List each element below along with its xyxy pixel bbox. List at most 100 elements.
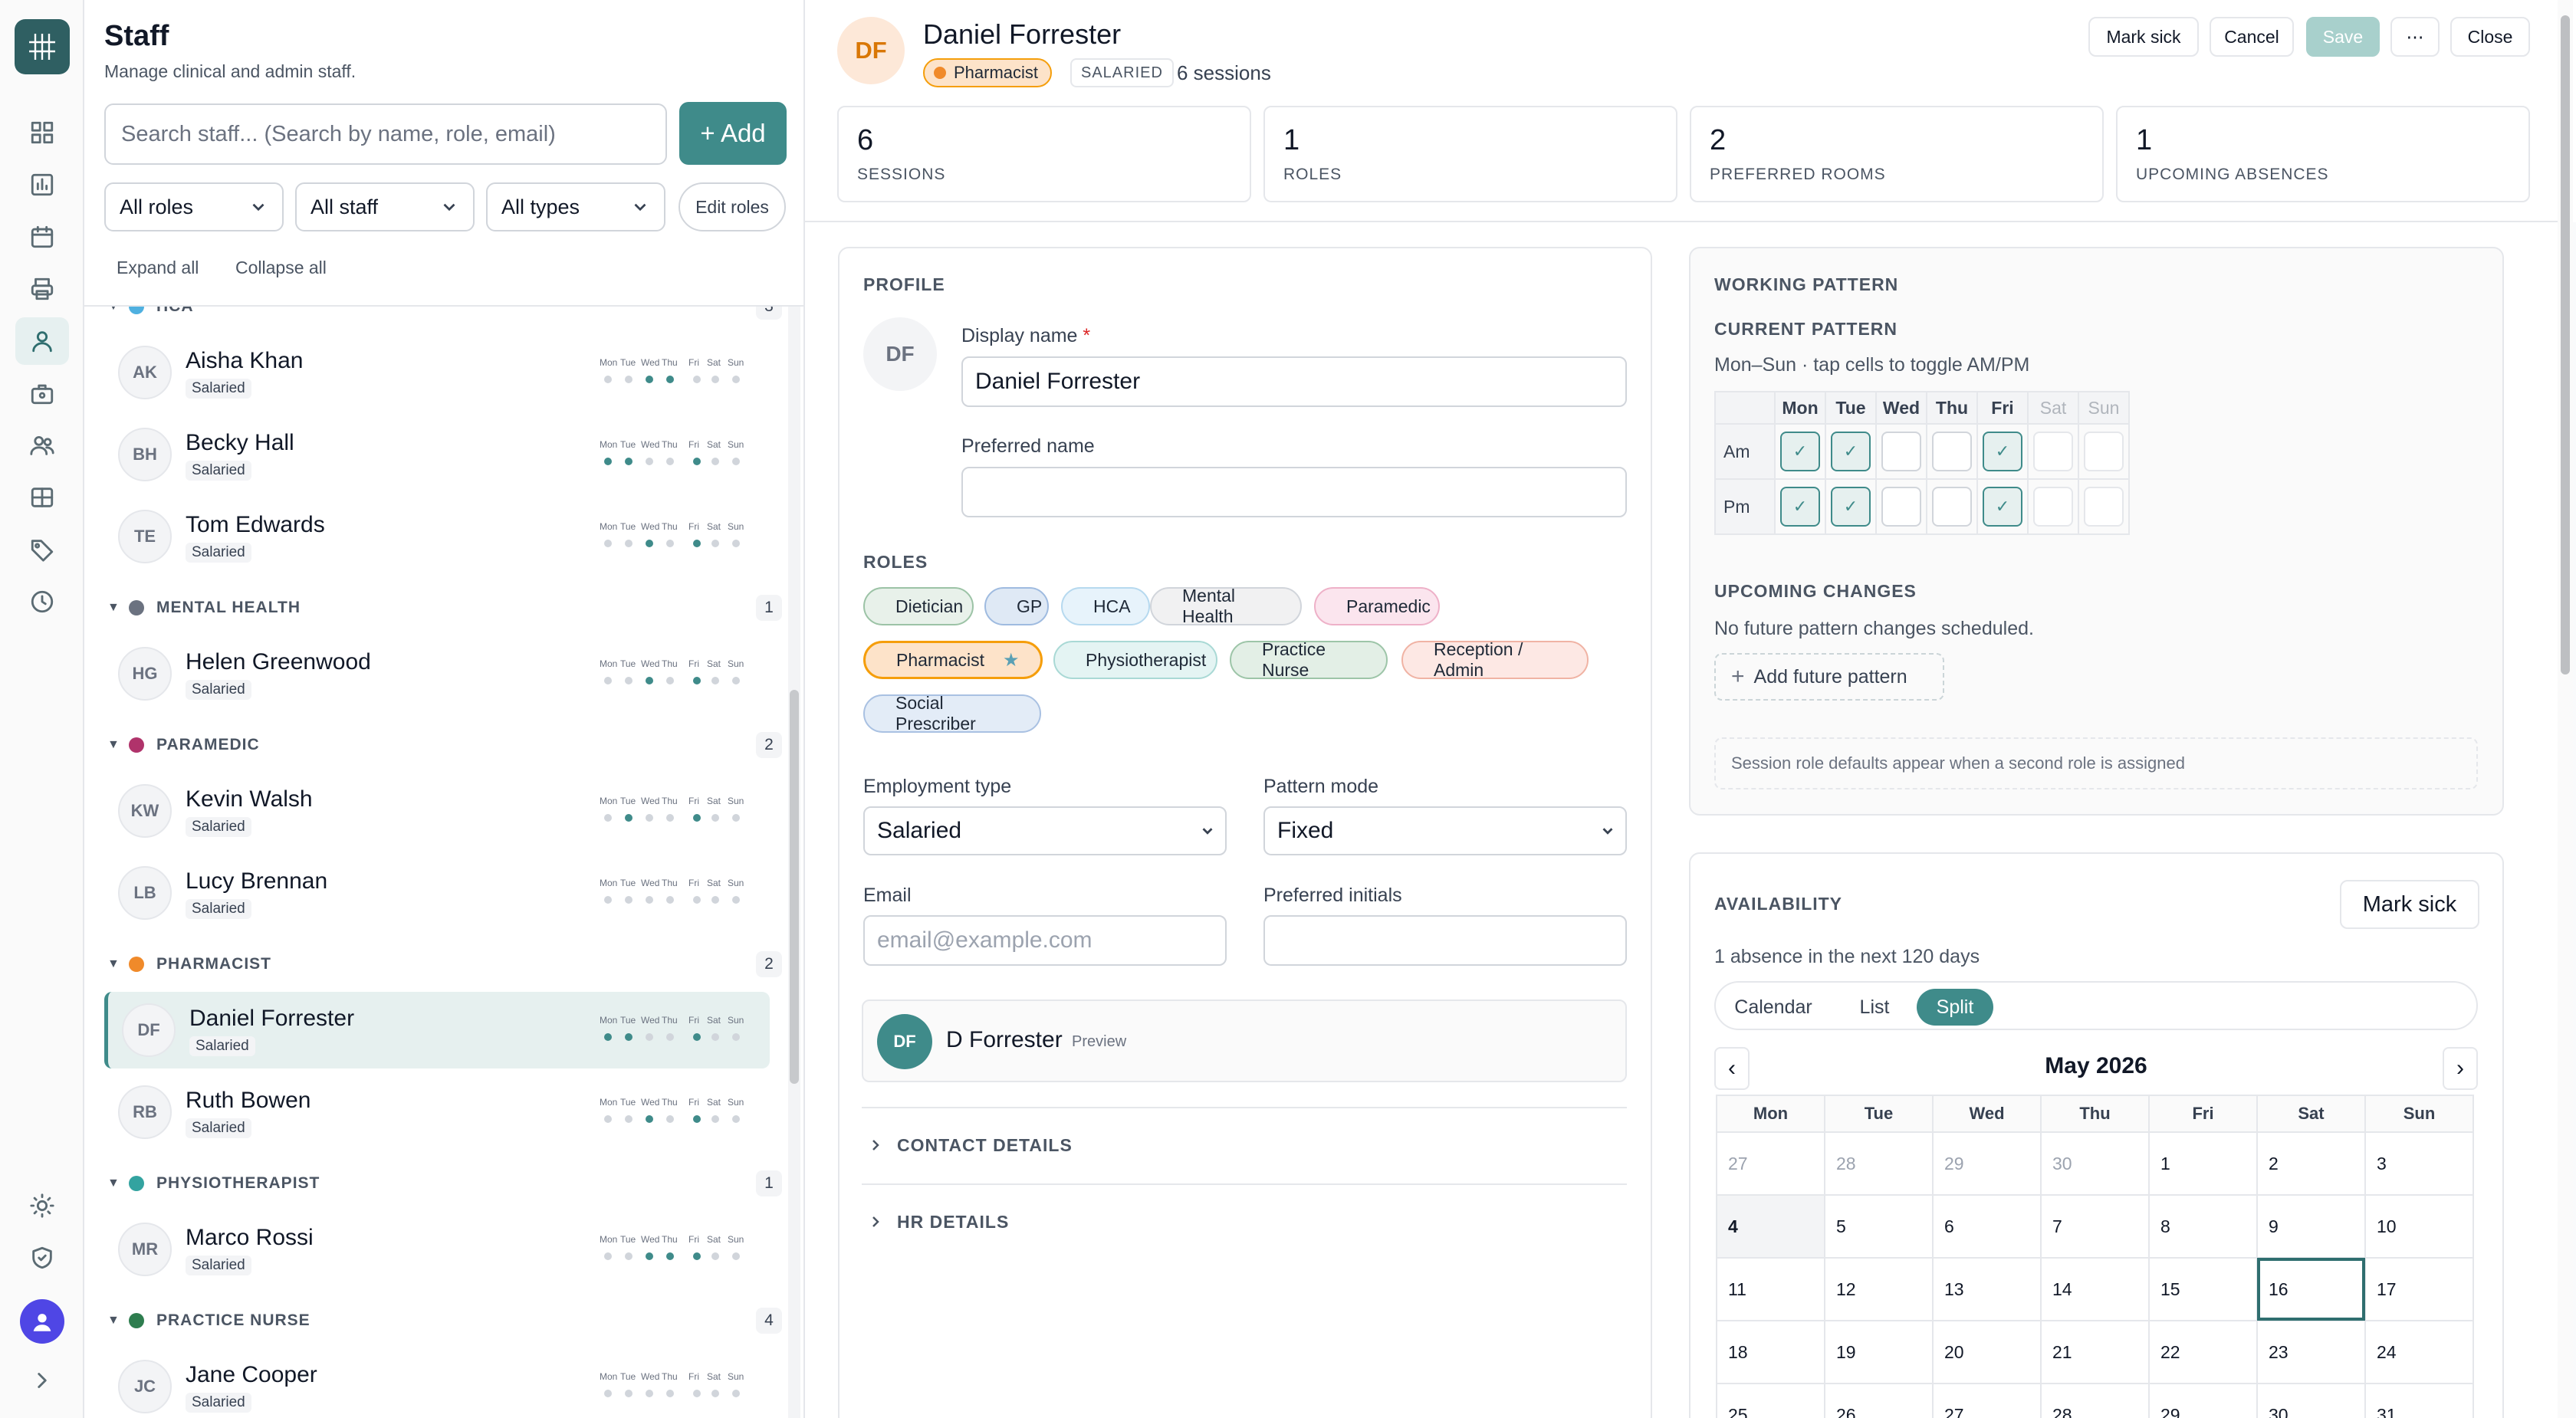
pattern-cell[interactable] <box>1875 423 1927 480</box>
nav-security[interactable] <box>15 1234 69 1282</box>
calendar-day[interactable]: 14 <box>2040 1257 2150 1321</box>
preferred-initials-field[interactable] <box>1263 915 1627 966</box>
pattern-mode-select[interactable]: Fixed <box>1263 806 1627 855</box>
preferred-name-field[interactable] <box>961 467 1627 517</box>
view-list[interactable]: List <box>1832 989 1917 1026</box>
nav-teams[interactable] <box>15 422 69 469</box>
add-future-pattern-button[interactable]: + Add future pattern <box>1714 653 1944 701</box>
calendar-day[interactable]: 27 <box>1716 1131 1825 1196</box>
role-chip[interactable]: Pharmacist ★ <box>863 641 1043 679</box>
calendar-day[interactable]: 26 <box>1824 1383 1934 1418</box>
nav-staff[interactable] <box>15 317 69 365</box>
type-filter[interactable]: All types <box>486 182 665 231</box>
pattern-cell[interactable]: ✓ <box>1774 478 1826 535</box>
calendar-day[interactable]: 28 <box>2040 1383 2150 1418</box>
view-calendar[interactable]: Calendar <box>1723 989 1823 1026</box>
pattern-cell[interactable]: ✓ <box>1825 423 1877 480</box>
pattern-cell[interactable] <box>1926 423 1978 480</box>
pattern-checkbox[interactable] <box>2084 487 2124 527</box>
staff-row[interactable]: HG Helen Greenwood Salaried Mon Tue Wed Thu Fri… <box>104 635 770 712</box>
group-header[interactable]: ▼ PARAMEDIC 2 <box>107 730 782 760</box>
pattern-checkbox[interactable] <box>1881 432 1921 471</box>
employment-type-select[interactable]: Salaried <box>863 806 1227 855</box>
role-chip[interactable]: Social Prescriber <box>863 693 1041 734</box>
staff-row[interactable]: JC Jane Cooper Salaried Mon Tue Wed Thu Fri Sat S… <box>104 1348 770 1418</box>
pattern-cell[interactable]: ✓ <box>1976 423 2029 480</box>
add-staff-button[interactable]: + Add <box>679 102 787 165</box>
pattern-cell[interactable] <box>1875 478 1927 535</box>
pattern-checkbox[interactable] <box>1932 487 1972 527</box>
calendar-day[interactable]: 28 <box>1824 1131 1934 1196</box>
pattern-cell[interactable]: ✓ <box>1976 478 2029 535</box>
calendar-day[interactable]: 2 <box>2256 1131 2366 1196</box>
user-avatar[interactable] <box>20 1299 64 1344</box>
pattern-cell[interactable]: ✓ <box>1825 478 1877 535</box>
staff-filter[interactable]: All staff <box>295 182 475 231</box>
staff-row[interactable]: KW Kevin Walsh Salaried Mon Tue Wed Thu Fri Sat S… <box>104 773 770 849</box>
role-chip[interactable]: Reception / Admin <box>1401 639 1589 680</box>
calendar-day[interactable]: 18 <box>1716 1320 1825 1384</box>
availability-mark-sick-button[interactable]: Mark sick <box>2340 880 2479 929</box>
contact-details-toggle[interactable]: CONTACT DETAILS <box>862 1107 1627 1182</box>
pattern-cell[interactable] <box>2027 423 2079 480</box>
role-chip[interactable]: Mental Health <box>1150 586 1302 626</box>
calendar-day[interactable]: 17 <box>2364 1257 2474 1321</box>
pattern-checkbox[interactable]: ✓ <box>1780 487 1820 527</box>
view-split[interactable]: Split <box>1917 989 1993 1026</box>
role-chip[interactable]: Physiotherapist <box>1053 641 1217 679</box>
pattern-cell[interactable] <box>2078 478 2130 535</box>
nav-print[interactable] <box>15 265 69 313</box>
window-scrollbar[interactable] <box>2558 0 2573 1418</box>
pattern-checkbox[interactable]: ✓ <box>1780 432 1820 471</box>
group-header[interactable]: ▼ PHYSIOTHERAPIST 1 <box>107 1168 782 1199</box>
calendar-day[interactable]: 19 <box>1824 1320 1934 1384</box>
staff-list[interactable]: ▼HCA3 AKAisha KhanSalariedMonTueWedThuFri… <box>84 307 805 1418</box>
search-input[interactable]: Search staff... (Search by name, role, e… <box>104 103 667 165</box>
pattern-cell[interactable] <box>2027 478 2079 535</box>
role-filter[interactable]: All roles <box>104 182 284 231</box>
display-name-field[interactable]: Daniel Forrester <box>961 356 1627 407</box>
email-field[interactable]: email@example.com <box>863 915 1227 966</box>
role-chip[interactable]: Dietician <box>863 587 974 625</box>
pattern-checkbox[interactable] <box>2033 487 2073 527</box>
pattern-cell[interactable] <box>1926 478 1978 535</box>
star-icon[interactable]: ★ <box>1003 649 1020 671</box>
staff-row[interactable]: TE Tom Edwards Salaried Mon Tue Wed Thu Fri Sat S… <box>104 498 770 575</box>
calendar-day[interactable]: 10 <box>2364 1194 2474 1259</box>
calendar-day[interactable]: 1 <box>2148 1131 2258 1196</box>
staff-row[interactable]: AK Aisha Khan Salaried Mon Tue Wed Thu Fri Sat Su… <box>104 334 770 411</box>
group-header[interactable]: ▼ HCA 3 <box>107 307 782 322</box>
pattern-cell[interactable]: ✓ <box>1774 423 1826 480</box>
nav-expand[interactable] <box>15 1357 69 1404</box>
pattern-checkbox[interactable] <box>2033 432 2073 471</box>
calendar-day[interactable]: 16 <box>2256 1257 2366 1321</box>
cancel-button[interactable]: Cancel <box>2210 17 2294 57</box>
nav-rooms[interactable] <box>15 369 69 417</box>
nav-history[interactable] <box>15 578 69 625</box>
calendar-day[interactable]: 8 <box>2148 1194 2258 1259</box>
role-chip[interactable]: HCA <box>1061 587 1150 625</box>
calendar-day[interactable]: 30 <box>2256 1383 2366 1418</box>
pattern-checkbox[interactable]: ✓ <box>1983 432 2022 471</box>
calendar-day[interactable]: 21 <box>2040 1320 2150 1384</box>
calendar-day[interactable]: 29 <box>2148 1383 2258 1418</box>
nav-dashboard[interactable] <box>15 109 69 156</box>
nav-grid[interactable] <box>15 474 69 521</box>
calendar-day[interactable]: 3 <box>2364 1131 2474 1196</box>
collapse-all-button[interactable]: Collapse all <box>235 258 327 278</box>
pattern-checkbox[interactable]: ✓ <box>1983 487 2022 527</box>
staff-row[interactable]: DF Daniel Forrester Salaried Mon Tue Wed Thu Fr… <box>104 992 770 1068</box>
calendar-day[interactable]: 27 <box>1932 1383 2042 1418</box>
role-chip[interactable]: Paramedic <box>1314 587 1440 625</box>
list-scrollbar-thumb[interactable] <box>790 690 799 1084</box>
calendar-day[interactable]: 6 <box>1932 1194 2042 1259</box>
pattern-cell[interactable] <box>2078 423 2130 480</box>
calendar-day[interactable]: 23 <box>2256 1320 2366 1384</box>
staff-row[interactable]: RB Ruth Bowen Salaried Mon Tue Wed Thu Fri Sat Su… <box>104 1074 770 1150</box>
calendar-day[interactable]: 5 <box>1824 1194 1934 1259</box>
pattern-checkbox[interactable] <box>2084 432 2124 471</box>
calendar-day[interactable]: 13 <box>1932 1257 2042 1321</box>
calendar-day[interactable]: 20 <box>1932 1320 2042 1384</box>
more-button[interactable]: ⋯ <box>2390 17 2440 57</box>
expand-all-button[interactable]: Expand all <box>117 258 199 278</box>
